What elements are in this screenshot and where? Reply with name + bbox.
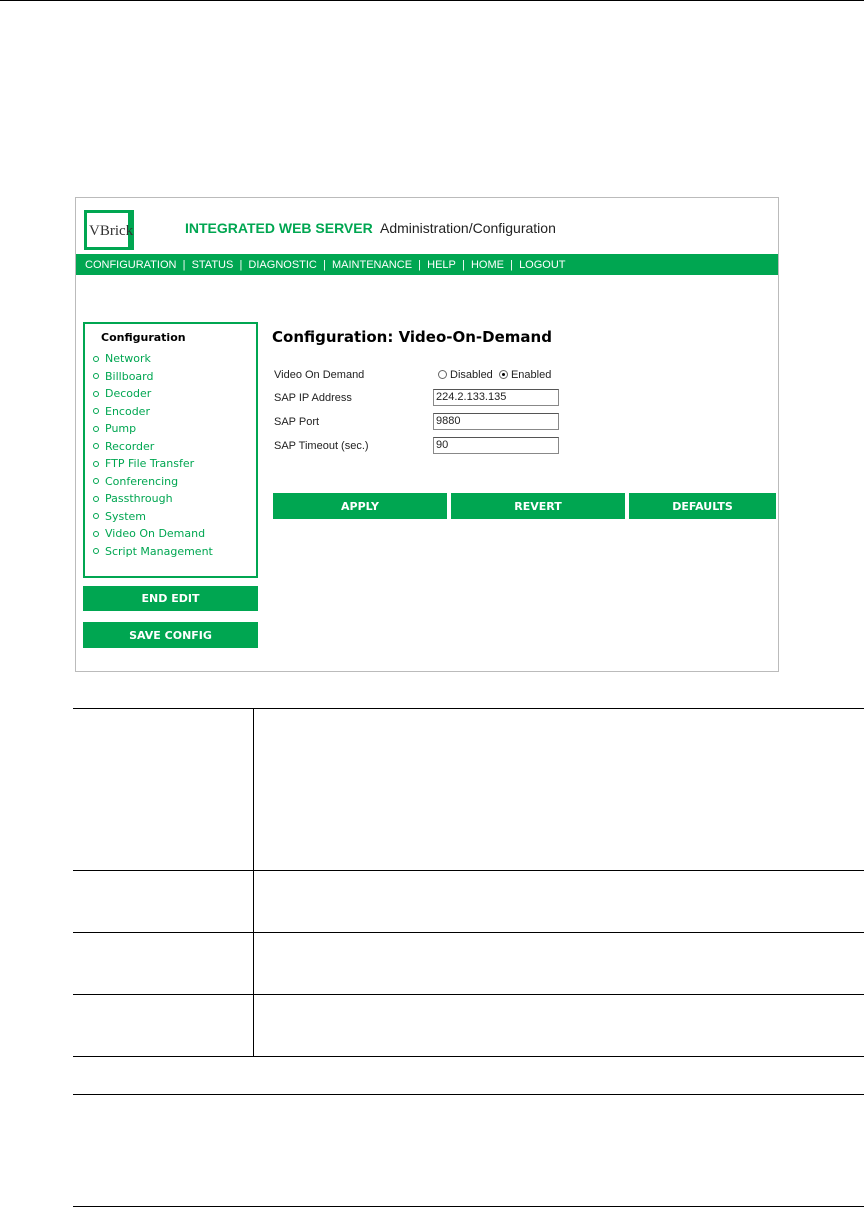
nav-status[interactable]: STATUS (192, 259, 234, 271)
bullet-icon (93, 530, 99, 537)
defaults-button[interactable]: DEFAULTS (629, 493, 776, 519)
nav-logout[interactable]: LOGOUT (519, 259, 565, 271)
bullet-icon (93, 355, 99, 362)
nav-diagnostic[interactable]: DIAGNOSTIC (248, 259, 316, 271)
sidebar-heading: Configuration (101, 331, 186, 344)
sidebar-item-billboard[interactable]: Billboard (93, 368, 256, 386)
sap-port-input[interactable]: 9880 (433, 413, 559, 430)
bullet-icon (93, 495, 99, 502)
nav-maintenance[interactable]: MAINTENANCE (332, 259, 412, 271)
sidebar-item-recorder[interactable]: Recorder (93, 438, 256, 456)
sidebar-item-system[interactable]: System (93, 508, 256, 526)
sidebar-item-encoder[interactable]: Encoder (93, 403, 256, 421)
bullet-icon (93, 443, 99, 450)
sap-ip-input[interactable]: 224.2.133.135 (433, 389, 559, 406)
nav-bar: CONFIGURATION | STATUS | DIAGNOSTIC | MA… (76, 254, 778, 275)
bullet-icon (93, 548, 99, 555)
sidebar-item-ftp-file-transfer[interactable]: FTP File Transfer (93, 455, 256, 473)
bullet-icon (93, 460, 99, 467)
bullet-icon (93, 478, 99, 485)
bullet-icon (93, 390, 99, 397)
bullet-icon (93, 425, 99, 432)
top-rule (0, 0, 864, 1)
sidebar-item-script-management[interactable]: Script Management (93, 543, 256, 561)
sidebar-item-video-on-demand[interactable]: Video On Demand (93, 525, 256, 543)
revert-button[interactable]: REVERT (451, 493, 625, 519)
vbrick-logo: VBrick (84, 210, 134, 250)
sidebar-item-pump[interactable]: Pump (93, 420, 256, 438)
bullet-icon (93, 408, 99, 415)
save-config-button[interactable]: SAVE CONFIG (83, 622, 258, 648)
page-title: Configuration: Video-On-Demand (272, 328, 552, 346)
sidebar-item-passthrough[interactable]: Passthrough (93, 490, 256, 508)
nav-home[interactable]: HOME (471, 259, 504, 271)
sap-port-label: SAP Port (274, 416, 320, 428)
sidebar: Configuration Network Billboard Decoder Enc… (83, 322, 258, 578)
sidebar-item-decoder[interactable]: Decoder (93, 385, 256, 403)
apply-button[interactable]: APPLY (273, 493, 447, 519)
bullet-icon (93, 513, 99, 520)
enabled-radio[interactable]: Enabled (498, 369, 551, 381)
sidebar-item-conferencing[interactable]: Conferencing (93, 473, 256, 491)
vod-radio-group: Disabled Enabled (438, 369, 551, 381)
sidebar-item-network[interactable]: Network (93, 350, 256, 368)
nav-help[interactable]: HELP (427, 259, 456, 271)
disabled-radio[interactable]: Disabled (438, 369, 493, 381)
nav-configuration[interactable]: CONFIGURATION (85, 259, 176, 271)
bullet-icon (93, 373, 99, 380)
sap-ip-label: SAP IP Address (274, 392, 352, 404)
screenshot-frame: VBrick INTEGRATED WEB SERVER Administrat… (75, 197, 779, 672)
app-subtitle: Administration/Configuration (380, 220, 556, 236)
sap-timeout-label: SAP Timeout (sec.) (274, 440, 369, 452)
sap-timeout-input[interactable]: 90 (433, 437, 559, 454)
vod-label: Video On Demand (274, 369, 365, 381)
app-title: INTEGRATED WEB SERVER (185, 220, 373, 236)
end-edit-button[interactable]: END EDIT (83, 586, 258, 611)
